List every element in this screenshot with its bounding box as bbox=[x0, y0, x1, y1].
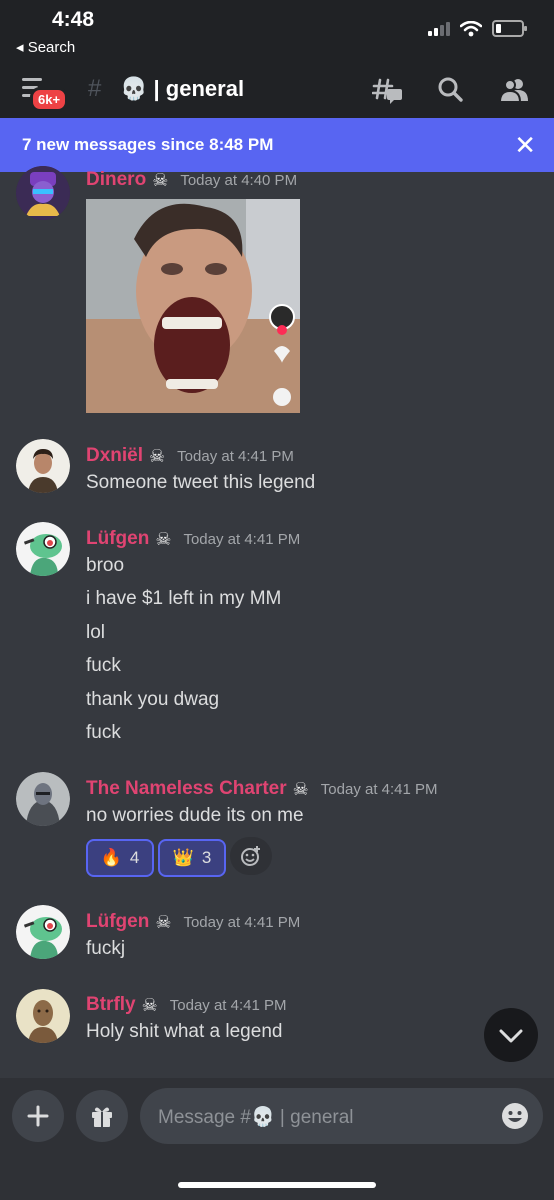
message-text: lol bbox=[86, 622, 106, 643]
message-header: Lüfgen ☠ Today at 4:41 PM bbox=[86, 528, 300, 550]
new-messages-banner[interactable]: 7 new messages since 8:48 PM ✕ bbox=[0, 118, 554, 172]
skull-role-icon: ☠ bbox=[141, 994, 158, 1015]
crown-emoji: 👑 bbox=[172, 848, 194, 867]
reaction-count: 3 bbox=[201, 848, 212, 867]
reaction-crown[interactable]: 👑 3 bbox=[158, 839, 226, 877]
add-attachment-button[interactable] bbox=[12, 1090, 64, 1142]
author-name[interactable]: The Nameless Charter bbox=[86, 778, 287, 800]
message-text: broo bbox=[86, 555, 125, 576]
reaction-count: 4 bbox=[129, 848, 140, 867]
gift-button[interactable] bbox=[76, 1090, 128, 1142]
timestamp: Today at 4:41 PM bbox=[183, 913, 301, 931]
message-text: fuckj bbox=[86, 938, 126, 959]
gift-icon bbox=[92, 1107, 112, 1127]
channel-title[interactable]: 💀 | general bbox=[120, 76, 244, 102]
message-header: Btrfly ☠ Today at 4:41 PM bbox=[86, 994, 287, 1016]
skull-role-icon: ☠ bbox=[155, 911, 172, 932]
unread-badge: 6k+ bbox=[30, 87, 69, 112]
image-attachment[interactable] bbox=[86, 199, 300, 413]
chevron-down-icon bbox=[499, 1029, 523, 1043]
home-indicator bbox=[178, 1182, 376, 1188]
reaction-fire[interactable]: 🔥 4 bbox=[86, 839, 154, 877]
message-text: fuck bbox=[86, 655, 121, 676]
timestamp: Today at 4:41 PM bbox=[183, 530, 301, 548]
author-name[interactable]: Dxniël bbox=[86, 445, 143, 467]
timestamp: Today at 4:41 PM bbox=[320, 780, 438, 798]
message-text: i have $1 left in my MM bbox=[86, 588, 282, 609]
message-input[interactable]: Message #💀 | general bbox=[140, 1088, 543, 1144]
timestamp: Today at 4:41 PM bbox=[177, 447, 294, 465]
search-icon bbox=[438, 77, 463, 102]
message-text: fuck bbox=[86, 722, 121, 743]
channel-header: 6k+ # 💀 | general bbox=[0, 62, 554, 118]
cellular-signal-icon bbox=[428, 21, 450, 36]
message-text: no worries dude its on me bbox=[86, 805, 304, 826]
message-text: Holy shit what a legend bbox=[86, 1021, 283, 1042]
author-name[interactable]: Dinero bbox=[86, 169, 146, 191]
avatar[interactable] bbox=[16, 989, 70, 1043]
skull-role-icon: ☠ bbox=[152, 169, 169, 190]
members-icon bbox=[498, 79, 528, 103]
avatar[interactable] bbox=[16, 439, 70, 493]
clock: 4:48 bbox=[52, 8, 95, 31]
avatar[interactable] bbox=[16, 772, 70, 826]
avatar[interactable] bbox=[16, 522, 70, 576]
skull-role-icon: ☠ bbox=[292, 778, 309, 799]
members-button[interactable] bbox=[498, 76, 530, 104]
back-to-search-link[interactable]: ◂ Search bbox=[16, 38, 75, 56]
skull-role-icon: ☠ bbox=[149, 445, 166, 466]
message-header: The Nameless Charter ☠ Today at 4:41 PM bbox=[86, 778, 438, 800]
close-icon[interactable]: ✕ bbox=[514, 130, 536, 161]
plus-icon bbox=[27, 1105, 49, 1127]
avatar[interactable] bbox=[16, 166, 70, 220]
threads-icon bbox=[371, 78, 402, 104]
channel-name: | general bbox=[153, 76, 245, 101]
message-header: Dxniël ☠ Today at 4:41 PM bbox=[86, 445, 294, 467]
avatar[interactable] bbox=[16, 905, 70, 959]
message-header: Dinero ☠ Today at 4:40 PM bbox=[86, 169, 297, 191]
author-name[interactable]: Lüfgen bbox=[86, 911, 149, 933]
author-name[interactable]: Lüfgen bbox=[86, 528, 149, 550]
new-messages-text: 7 new messages since 8:48 PM bbox=[22, 135, 274, 154]
add-reaction-button[interactable] bbox=[230, 837, 272, 875]
skull-role-icon: ☠ bbox=[155, 528, 172, 549]
timestamp: Today at 4:40 PM bbox=[180, 171, 298, 189]
emoji-picker-button[interactable] bbox=[501, 1102, 529, 1135]
message-header: Lüfgen ☠ Today at 4:41 PM bbox=[86, 911, 300, 933]
message-text: Someone tweet this legend bbox=[86, 472, 316, 493]
channel-hash-icon: # bbox=[88, 75, 102, 102]
status-bar: 4:48 ◂ Search bbox=[0, 0, 554, 62]
channel-emoji: 💀 bbox=[120, 76, 148, 101]
add-reaction-icon bbox=[241, 846, 260, 866]
message-placeholder: Message #💀 | general bbox=[158, 1107, 354, 1128]
search-button[interactable] bbox=[436, 76, 468, 104]
fire-emoji: 🔥 bbox=[100, 848, 122, 867]
battery-icon bbox=[492, 20, 527, 37]
timestamp: Today at 4:41 PM bbox=[169, 996, 287, 1014]
wifi-icon bbox=[460, 20, 482, 36]
status-icons bbox=[428, 20, 527, 37]
scroll-to-bottom-button[interactable] bbox=[484, 1008, 538, 1062]
author-name[interactable]: Btrfly bbox=[86, 994, 136, 1016]
emoji-icon bbox=[502, 1103, 528, 1129]
message-text: thank you dwag bbox=[86, 689, 220, 710]
threads-button[interactable] bbox=[371, 76, 404, 104]
